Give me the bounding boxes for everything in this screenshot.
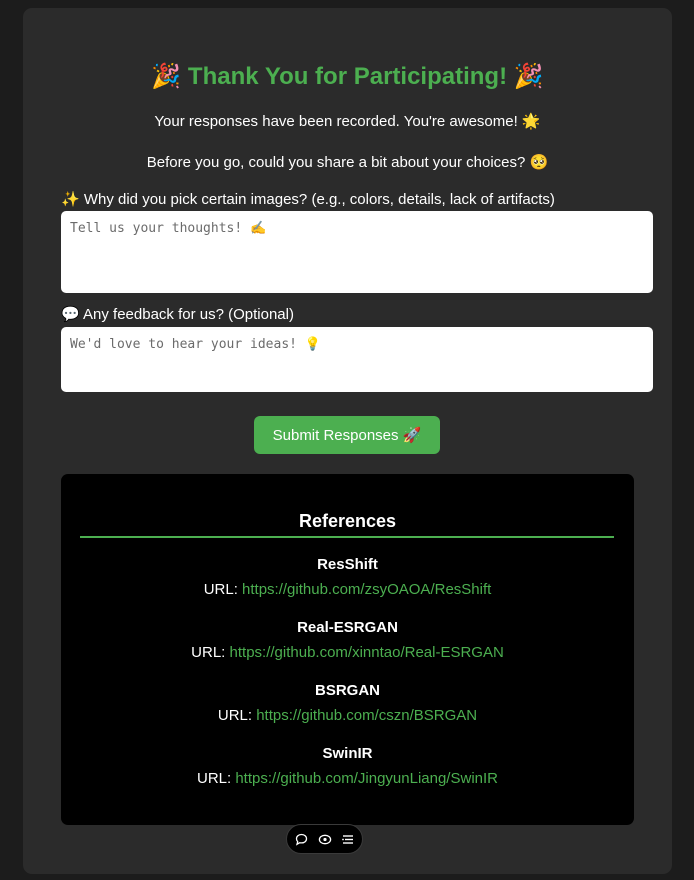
- eye-toggle-icon[interactable]: [318, 832, 332, 846]
- page-title: 🎉 Thank You for Participating! 🎉: [151, 63, 544, 90]
- reference-url-line: URL: https://github.com/cszn/BSRGAN: [61, 706, 634, 726]
- reference-name: BSRGAN: [314, 682, 380, 699]
- feedback-textarea[interactable]: [61, 327, 653, 392]
- speech-bubble-icon[interactable]: [295, 832, 309, 846]
- reference-name: ResShift: [317, 556, 378, 573]
- url-prefix: URL:: [191, 644, 230, 661]
- reference-link[interactable]: https://github.com/JingyunLiang/SwinIR: [235, 770, 498, 787]
- why-images-label: ✨ Why did you pick certain images? (e.g.…: [61, 191, 555, 208]
- reference-link[interactable]: https://github.com/xinntao/Real-ESRGAN: [230, 644, 504, 661]
- feedback-label: 💬 Any feedback for us? (Optional): [61, 306, 294, 323]
- thank-you-card: 🎉 Thank You for Participating! 🎉 Your re…: [23, 8, 672, 874]
- reference-link[interactable]: https://github.com/zsyOAOA/ResShift: [242, 581, 491, 598]
- url-prefix: URL:: [197, 770, 236, 787]
- reference-url-line: URL: https://github.com/zsyOAOA/ResShift: [61, 580, 634, 600]
- share-prompt: Before you go, could you share a bit abo…: [146, 154, 549, 171]
- floating-toolbar: [286, 824, 363, 854]
- reference-name: Real-ESRGAN: [297, 619, 398, 636]
- submit-responses-button[interactable]: Submit Responses 🚀: [254, 416, 440, 454]
- url-prefix: URL:: [203, 581, 243, 598]
- reference-url-line: URL: https://github.com/JingyunLiang/Swi…: [61, 769, 634, 789]
- reference-link[interactable]: https://github.com/cszn/BSRGAN: [256, 707, 477, 724]
- menu-list-icon[interactable]: [341, 832, 355, 846]
- reference-name: SwinIR: [322, 745, 373, 762]
- references-divider: [80, 536, 614, 538]
- why-images-textarea[interactable]: [61, 211, 653, 293]
- url-prefix: URL:: [217, 707, 257, 724]
- confirmation-message: Your responses have been recorded. You'r…: [154, 113, 541, 130]
- reference-url-line: URL: https://github.com/xinntao/Real-ESR…: [61, 643, 634, 663]
- references-title: References: [298, 511, 397, 531]
- references-panel: References ResShift URL: https://github.…: [61, 474, 634, 825]
